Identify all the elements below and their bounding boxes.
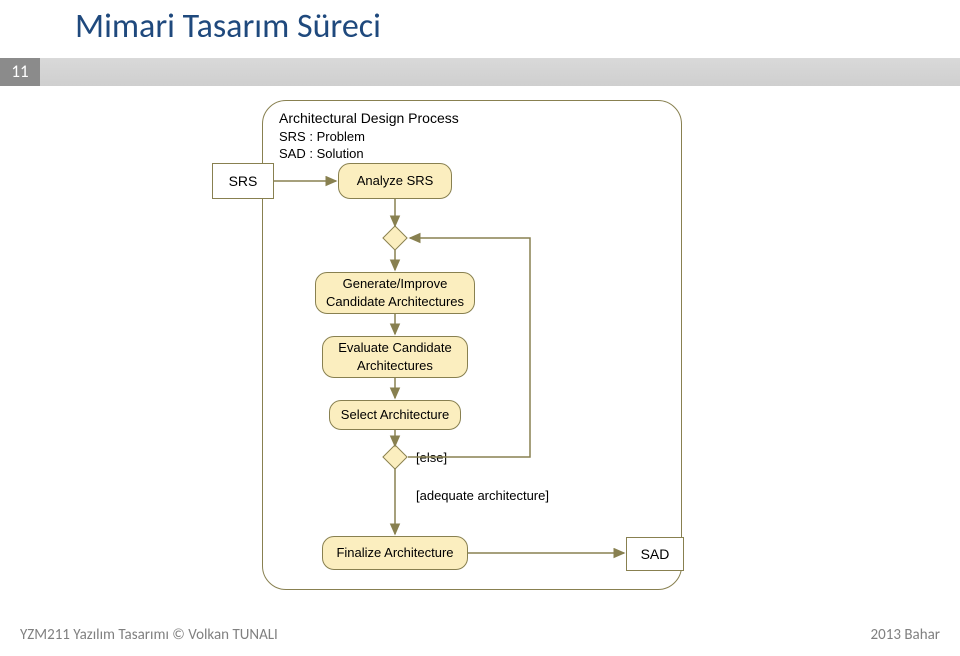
header-bar	[40, 58, 960, 86]
footer-left: YZM211 Yazılım Tasarımı © Volkan TUNALI	[20, 626, 278, 644]
activity-finalize-architecture: Finalize Architecture	[322, 536, 468, 570]
page-title: Mimari Tasarım Süreci	[75, 6, 381, 47]
activity-generate-improve: Generate/Improve Candidate Architectures	[315, 272, 475, 314]
frame-subtitle-1: SRS : Problem	[279, 128, 459, 146]
frame-label: Architectural Design Process SRS : Probl…	[279, 109, 459, 163]
activity-select-architecture: Select Architecture	[329, 400, 461, 430]
frame-title: Architectural Design Process	[279, 109, 459, 128]
frame-subtitle-2: SAD : Solution	[279, 145, 459, 163]
guard-adequate: [adequate architecture]	[416, 488, 549, 503]
object-node-sad: SAD	[626, 537, 684, 571]
object-node-srs: SRS	[212, 163, 274, 199]
activity-evaluate-candidate: Evaluate Candidate Architectures	[322, 336, 468, 378]
activity-analyze-srs: Analyze SRS	[338, 163, 452, 199]
footer-right: 2013 Bahar	[871, 626, 940, 644]
guard-else: [else]	[416, 450, 447, 465]
page-number-badge: 11	[0, 58, 40, 86]
